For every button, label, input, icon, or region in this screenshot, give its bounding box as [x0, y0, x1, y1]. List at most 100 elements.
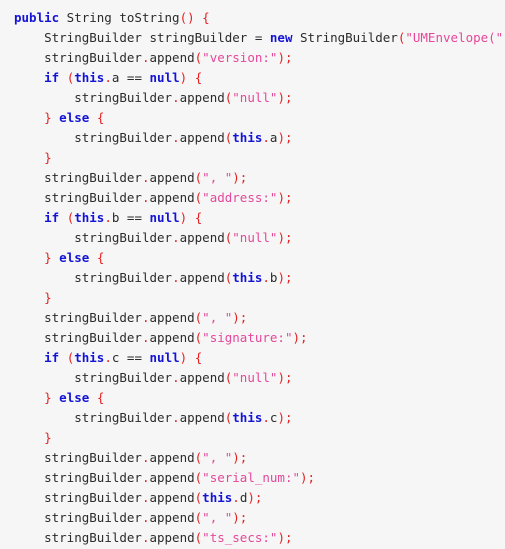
code-token-plain: append — [179, 130, 225, 145]
code-line[interactable]: stringBuilder.append("signature:"); — [0, 328, 505, 348]
code-line[interactable]: } else { — [0, 108, 505, 128]
code-line[interactable]: stringBuilder.append(", "); — [0, 308, 505, 328]
code-line[interactable]: } else { — [0, 248, 505, 268]
code-token-str: "UMEnvelope(" — [405, 30, 504, 45]
code-token-kw: else — [59, 110, 90, 125]
code-line[interactable]: if (this.a == null) { — [0, 68, 505, 88]
code-token-str: "null" — [232, 370, 278, 385]
code-token-punct: ); — [277, 190, 293, 205]
code-token-punct: } — [44, 250, 52, 265]
code-token-str: "ts_secs:" — [202, 530, 278, 545]
code-line[interactable]: stringBuilder.append("address:"); — [0, 188, 505, 208]
code-token-str: ", " — [202, 170, 233, 185]
code-line[interactable]: stringBuilder.append("serial_num:"); — [0, 468, 505, 488]
code-token-punct: ); — [277, 50, 293, 65]
code-line[interactable]: stringBuilder.append("null"); — [0, 228, 505, 248]
code-token-punct: ); — [277, 270, 293, 285]
code-token-kw: this — [74, 350, 105, 365]
code-token-plain: stringBuilder — [44, 190, 142, 205]
code-token-plain: stringBuilder — [44, 490, 142, 505]
code-token-plain: String toString — [59, 10, 180, 25]
code-token-punct: . — [104, 70, 112, 85]
code-token-punct: . — [262, 410, 270, 425]
code-token-kw: this — [232, 130, 263, 145]
code-token-plain: stringBuilder — [74, 410, 173, 425]
code-line[interactable]: stringBuilder.append(this.a); — [0, 128, 505, 148]
code-token-plain: stringBuilder — [44, 330, 142, 345]
code-token-punct: } — [44, 290, 52, 305]
code-viewer[interactable]: public String toString() { StringBuilder… — [0, 0, 505, 549]
code-line[interactable]: stringBuilder.append(", "); — [0, 168, 505, 188]
code-token-punct: ); — [232, 310, 248, 325]
code-line[interactable]: stringBuilder.append("null"); — [0, 368, 505, 388]
code-line[interactable]: if (this.c == null) { — [0, 348, 505, 368]
code-token-kw: new — [269, 30, 293, 45]
code-token-punct: . — [262, 270, 270, 285]
code-token-plain: stringBuilder — [44, 450, 142, 465]
code-token-plain: append — [179, 270, 225, 285]
code-token-kw: public — [14, 10, 60, 25]
code-token-punct: ); — [232, 510, 248, 525]
code-token-punct: . — [172, 370, 180, 385]
code-line[interactable]: stringBuilder.append("null"); — [0, 88, 505, 108]
code-token-punct: ); — [300, 470, 316, 485]
code-line[interactable]: } — [0, 148, 505, 168]
code-token-punct: ); — [277, 230, 293, 245]
code-token-plain: stringBuilder — [74, 130, 173, 145]
code-token-punct: ); — [277, 530, 293, 545]
code-line[interactable]: stringBuilder.append(", "); — [0, 508, 505, 528]
code-token-punct: { — [96, 390, 105, 405]
code-token-plain: stringBuilder — [44, 310, 142, 325]
code-line[interactable]: stringBuilder.append(this.c); — [0, 408, 505, 428]
code-line[interactable]: if (this.b == null) { — [0, 208, 505, 228]
code-token-plain: stringBuilder — [74, 90, 173, 105]
code-token-plain: append — [179, 90, 225, 105]
code-line[interactable]: } — [0, 288, 505, 308]
code-token-plain: append — [149, 190, 195, 205]
code-token-str: "serial_num:" — [202, 470, 301, 485]
code-token-punct: ); — [247, 490, 263, 505]
code-token-plain: stringBuilder — [74, 370, 173, 385]
code-token-plain: == — [119, 210, 150, 225]
code-line[interactable]: StringBuilder stringBuilder = new String… — [0, 28, 505, 48]
code-token-punct: . — [172, 270, 180, 285]
code-token-str: "null" — [232, 90, 278, 105]
code-line[interactable]: stringBuilder.append(this.d); — [0, 488, 505, 508]
code-token-punct: . — [262, 130, 270, 145]
code-line[interactable]: stringBuilder.append("version:"); — [0, 48, 505, 68]
code-token-plain: stringBuilder — [44, 530, 142, 545]
code-line[interactable]: stringBuilder.append(this.b); — [0, 268, 505, 288]
code-line[interactable]: stringBuilder.append("ts_secs:"); — [0, 528, 505, 548]
code-token-plain: append — [149, 450, 195, 465]
code-line[interactable]: } — [0, 428, 505, 448]
code-token-kw: else — [59, 250, 90, 265]
code-token-punct: ); — [277, 410, 293, 425]
code-line[interactable]: public String toString() { — [0, 8, 505, 28]
code-token-plain: == — [119, 70, 150, 85]
code-token-plain: append — [149, 470, 195, 485]
code-line[interactable]: } else { — [0, 388, 505, 408]
code-line[interactable]: stringBuilder.append(", "); — [0, 448, 505, 468]
